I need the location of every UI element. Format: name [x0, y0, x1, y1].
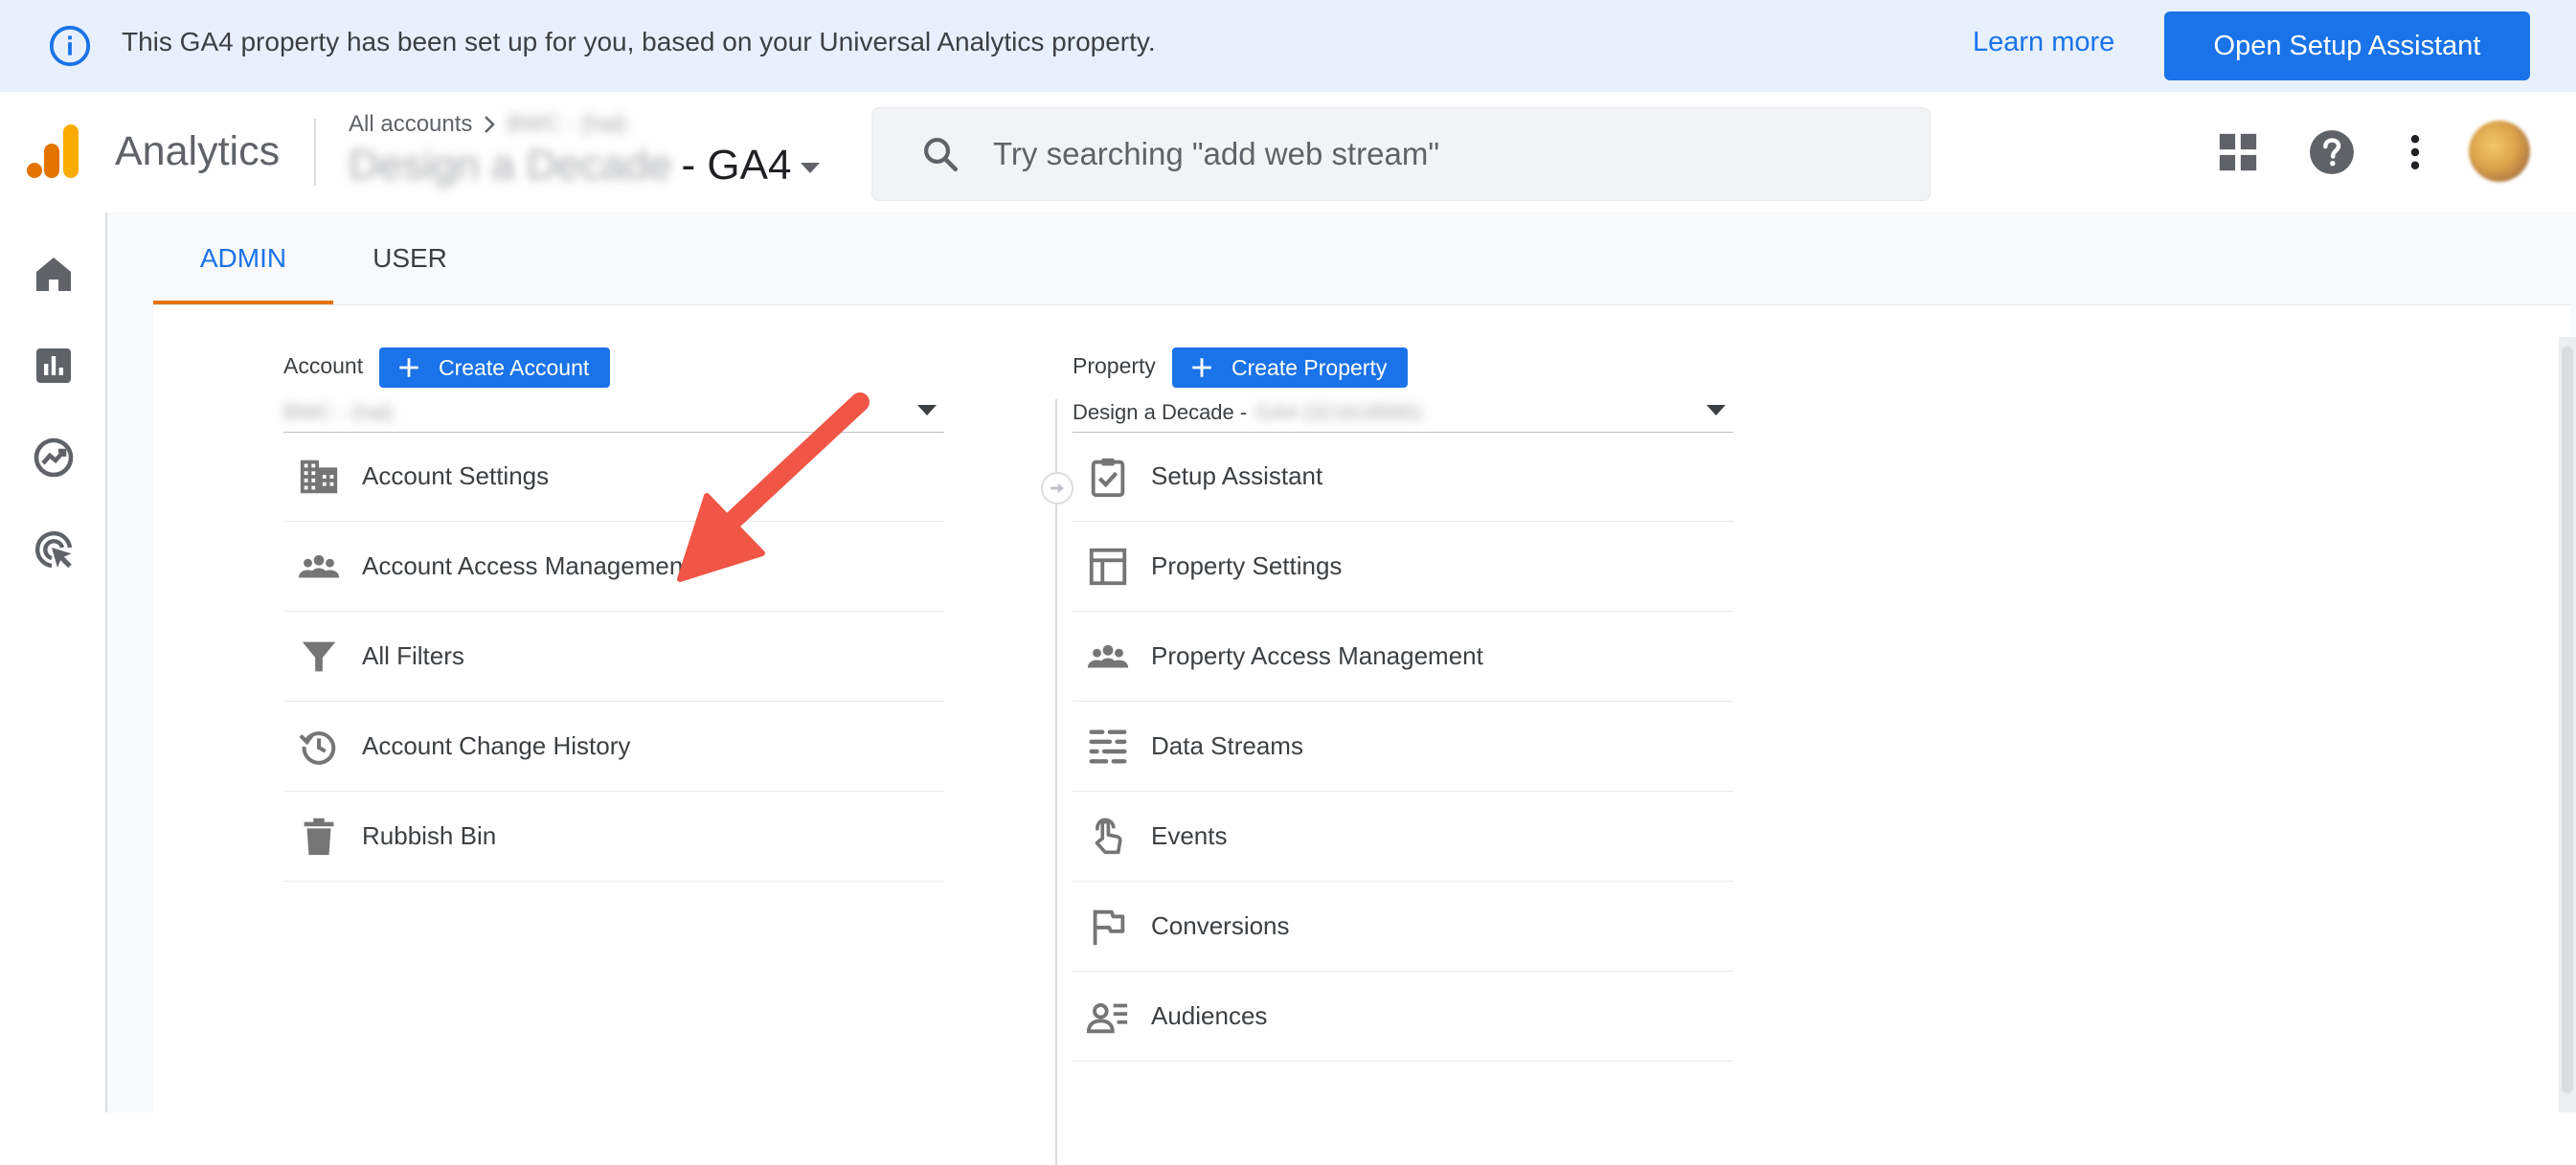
info-icon: [48, 24, 92, 68]
people-icon: [297, 545, 341, 589]
help-icon[interactable]: [2308, 128, 2356, 176]
admin-panel: Account Create Account BWC - (hal) Accou…: [153, 304, 2570, 1165]
property-settings-list: Setup Assistant Property Settings Proper…: [1073, 432, 1733, 1062]
events-item[interactable]: Events: [1073, 792, 1733, 882]
property-access-management-item[interactable]: Property Access Management: [1073, 612, 1733, 702]
main-scrollbar[interactable]: [2559, 337, 2576, 1112]
search-icon: [920, 134, 960, 174]
checklist-icon: [1086, 455, 1130, 499]
explore-icon[interactable]: [31, 435, 77, 481]
create-account-button[interactable]: Create Account: [379, 347, 611, 388]
property-name: Design a Decade: [349, 142, 672, 189]
analytics-logo-icon[interactable]: [27, 123, 80, 180]
advertising-icon[interactable]: [31, 526, 77, 572]
audience-icon: [1086, 995, 1130, 1039]
column-divider: [1055, 399, 1057, 1165]
avatar[interactable]: [2469, 121, 2530, 182]
arrow-right-circle-icon: [1041, 472, 1073, 504]
create-account-label: Create Account: [439, 354, 590, 380]
property-selector[interactable]: Design a Decade - GA4 (321618565): [1073, 393, 1733, 433]
main-content: ADMIN USER Account Create Account BWC - …: [107, 213, 2576, 1165]
account-selector[interactable]: BWC - (hal): [283, 393, 944, 433]
rubbish-bin-item[interactable]: Rubbish Bin: [283, 792, 944, 882]
tab-user[interactable]: USER: [333, 213, 486, 304]
account-access-management-label: Account Access Management: [362, 551, 690, 580]
flag-icon: [1086, 905, 1130, 949]
account-settings-item[interactable]: Account Settings: [283, 432, 944, 522]
rubbish-bin-label: Rubbish Bin: [362, 821, 497, 850]
tab-admin[interactable]: ADMIN: [153, 213, 333, 304]
conversions-item[interactable]: Conversions: [1073, 882, 1733, 972]
header-divider: [314, 119, 316, 186]
events-label: Events: [1151, 821, 1228, 850]
all-filters-label: All Filters: [362, 641, 464, 670]
create-property-label: Create Property: [1232, 354, 1388, 380]
setup-banner: This GA4 property has been set up for yo…: [0, 0, 2576, 93]
filter-icon: [297, 635, 341, 679]
property-suffix: - GA4: [681, 142, 792, 189]
account-change-history-label: Account Change History: [362, 731, 631, 760]
property-picker[interactable]: Design a Decade - GA4: [349, 142, 821, 190]
learn-more-link[interactable]: Learn more: [1973, 27, 2114, 58]
chevron-down-icon: [1706, 405, 1726, 416]
banner-message: This GA4 property has been set up for yo…: [122, 27, 1156, 56]
property-settings-item[interactable]: Property Settings: [1073, 522, 1733, 612]
building-icon: [297, 455, 341, 499]
breadcrumb[interactable]: All accounts BWC - (hal): [349, 111, 627, 138]
admin-user-tabs: ADMIN USER: [153, 213, 486, 304]
property-access-management-label: Property Access Management: [1151, 641, 1483, 670]
account-settings-label: Account Settings: [362, 461, 550, 490]
more-vert-icon[interactable]: [2394, 128, 2436, 176]
open-setup-assistant-button[interactable]: Open Setup Assistant: [2164, 11, 2530, 80]
search-placeholder: Try searching "add web stream": [993, 136, 1440, 171]
audiences-label: Audiences: [1151, 1001, 1268, 1030]
property-column-label: Property: [1073, 353, 1156, 378]
streams-icon: [1086, 725, 1130, 769]
left-nav-rail: [0, 213, 107, 1112]
trash-icon: [297, 815, 341, 859]
property-selected-prefix: Design a Decade -: [1073, 400, 1248, 424]
create-property-button[interactable]: Create Property: [1172, 347, 1409, 388]
data-streams-item[interactable]: Data Streams: [1073, 702, 1733, 792]
all-filters-item[interactable]: All Filters: [283, 612, 944, 702]
setup-assistant-item[interactable]: Setup Assistant: [1073, 432, 1733, 522]
plus-icon: [396, 355, 421, 380]
apps-icon[interactable]: [2216, 130, 2260, 174]
conversions-label: Conversions: [1151, 911, 1290, 940]
product-name: Analytics: [115, 128, 281, 174]
chevron-right-icon: [482, 114, 497, 135]
property-settings-label: Property Settings: [1151, 551, 1343, 580]
history-icon: [297, 725, 341, 769]
scrollbar-thumb[interactable]: [2562, 347, 2573, 1093]
layout-icon: [1086, 545, 1130, 589]
account-selected: BWC - (hal): [283, 400, 394, 424]
chevron-down-icon: [917, 405, 937, 416]
data-streams-label: Data Streams: [1151, 731, 1303, 760]
account-column-label: Account: [283, 353, 364, 378]
account-settings-list: Account Settings Account Access Manageme…: [283, 432, 944, 882]
touch-icon: [1086, 815, 1130, 859]
search-input[interactable]: Try searching "add web stream": [871, 107, 1931, 201]
breadcrumb-account[interactable]: BWC - (hal): [507, 111, 626, 138]
account-change-history-item[interactable]: Account Change History: [283, 702, 944, 792]
home-icon[interactable]: [31, 251, 77, 297]
chevron-down-icon: [801, 163, 821, 174]
plus-icon: [1189, 355, 1214, 380]
people-icon: [1086, 635, 1130, 679]
breadcrumb-all-accounts[interactable]: All accounts: [349, 111, 472, 138]
setup-assistant-label: Setup Assistant: [1151, 461, 1323, 490]
app-header: Analytics All accounts BWC - (hal) Desig…: [0, 92, 2576, 214]
account-access-management-item[interactable]: Account Access Management: [283, 522, 944, 612]
audiences-item[interactable]: Audiences: [1073, 972, 1733, 1062]
property-selected-rest: GA4 (321618565): [1254, 400, 1423, 424]
reports-icon[interactable]: [31, 343, 77, 389]
